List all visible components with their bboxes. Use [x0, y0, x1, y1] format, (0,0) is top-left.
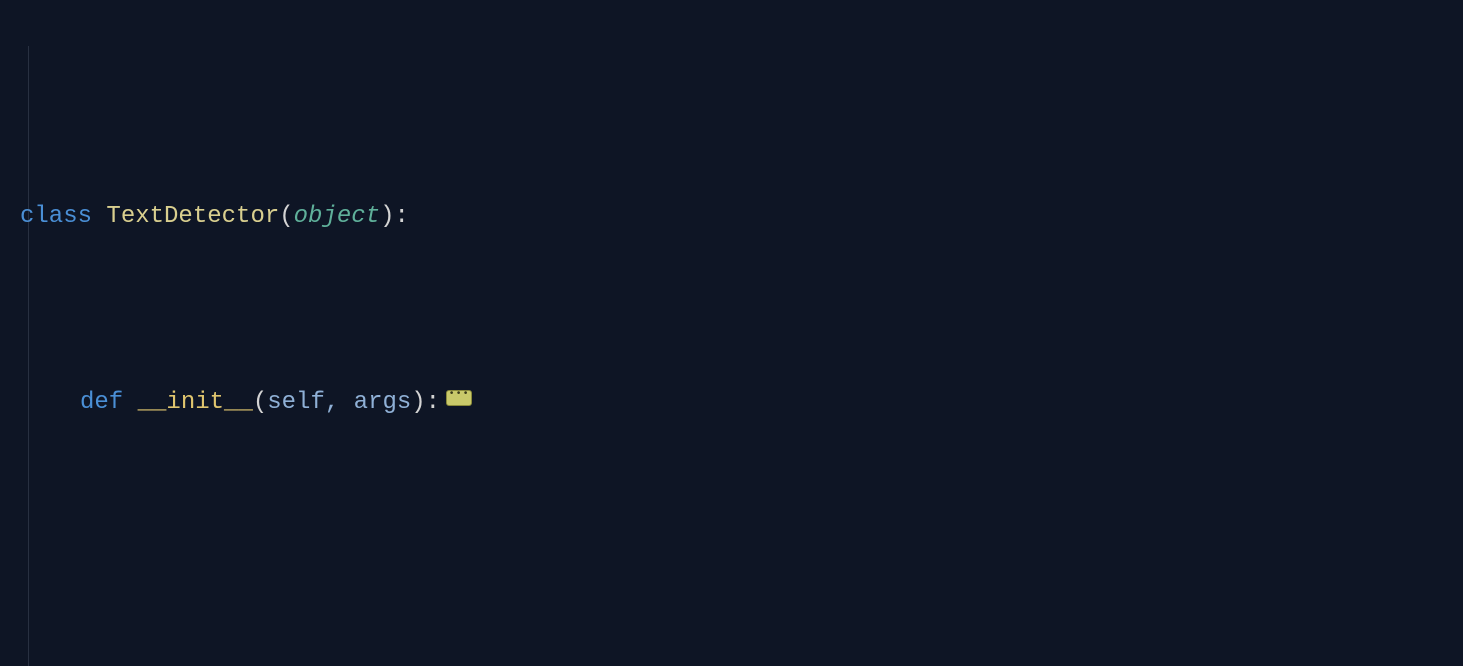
keyword-class: class	[20, 203, 92, 230]
blank-line	[20, 533, 1463, 570]
method-params: self, args	[267, 389, 411, 416]
base-type: object	[294, 203, 380, 230]
class-name: TextDetector	[106, 203, 279, 230]
code-editor[interactable]: class TextDetector(object): def __init__…	[0, 0, 1463, 666]
method-name: __init__	[138, 389, 253, 416]
indent-guide	[28, 46, 29, 666]
keyword-def: def	[80, 389, 123, 416]
code-line-method: def __init__(self, args):	[20, 384, 1463, 421]
code-line-class: class TextDetector(object):	[20, 198, 1463, 235]
fold-icon[interactable]	[446, 390, 472, 406]
